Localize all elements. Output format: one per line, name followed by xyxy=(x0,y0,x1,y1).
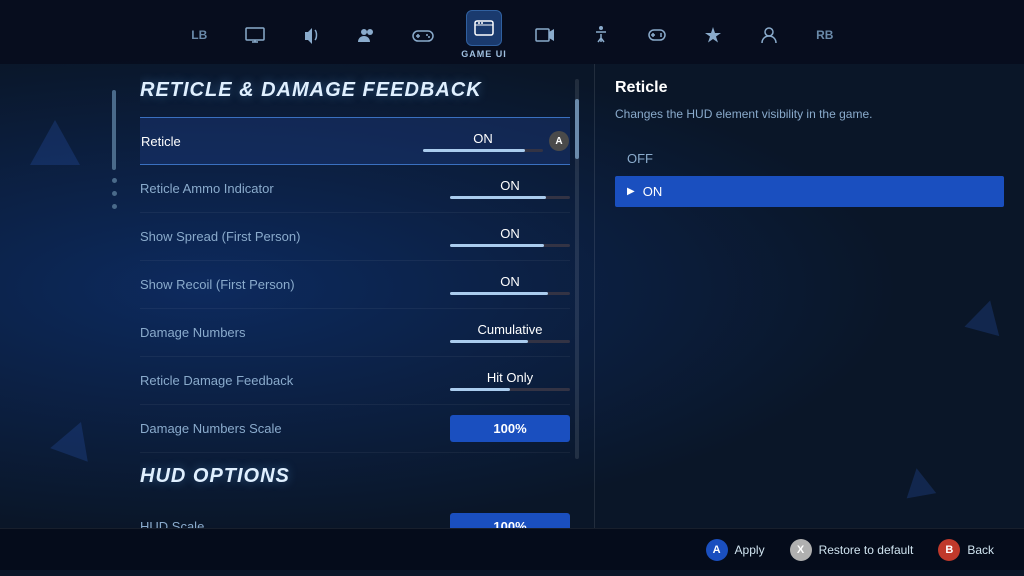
sidebar-scroll-indicator xyxy=(110,70,118,490)
setting-row-reticle[interactable]: Reticle ON A xyxy=(140,117,570,165)
reticle-feedback-value-text: Hit Only xyxy=(460,370,560,385)
option-on[interactable]: ▶ ON xyxy=(615,176,1004,207)
nav-tab-accessibility[interactable] xyxy=(583,17,619,53)
section-title-reticle: RETICLE & DAMAGE FEEDBACK xyxy=(140,79,570,102)
hud-scale-slider[interactable]: 100% xyxy=(450,513,570,528)
recoil-value-text: ON xyxy=(460,274,560,289)
setting-label-damage-scale: Damage Numbers Scale xyxy=(140,421,450,436)
settings-scrollbar[interactable] xyxy=(575,79,579,459)
option-on-label: ON xyxy=(643,184,663,199)
back-button-icon: B xyxy=(938,539,960,561)
reticle-feedback-bar xyxy=(450,388,570,391)
nav-tab-lb[interactable]: LB xyxy=(181,17,217,53)
reticle-feedback-bar-fill xyxy=(450,388,510,391)
option-arrow: ▶ xyxy=(627,186,635,197)
setting-label-hud-scale: HUD Scale xyxy=(140,519,450,528)
setting-label-reticle-feedback: Reticle Damage Feedback xyxy=(140,373,450,388)
a-button-reticle[interactable]: A xyxy=(549,131,569,151)
setting-value-reticle: ON A xyxy=(423,131,569,152)
ammo-value-text: ON xyxy=(460,178,560,193)
recoil-value-bar: ON xyxy=(450,274,570,295)
nav-active-label: GAME UI xyxy=(461,49,507,59)
nav-tab-rb[interactable]: RB xyxy=(807,17,843,53)
damage-numbers-value-bar: Cumulative xyxy=(450,322,570,343)
nav-tab-controller[interactable] xyxy=(405,17,441,53)
reticle-value-text: ON xyxy=(433,131,533,146)
nav-tab-gamepad2[interactable] xyxy=(639,17,675,53)
apply-button-icon: A xyxy=(706,539,728,561)
nav-tab-social[interactable] xyxy=(349,17,385,53)
scroll-dot-3 xyxy=(112,204,117,209)
settings-panel: RETICLE & DAMAGE FEEDBACK Reticle ON A R… xyxy=(140,64,570,528)
setting-row-damage-numbers[interactable]: Damage Numbers Cumulative xyxy=(140,309,570,357)
reticle-feedback-value-bar: Hit Only xyxy=(450,370,570,391)
main-content: RETICLE & DAMAGE FEEDBACK Reticle ON A R… xyxy=(0,64,1024,528)
recoil-bar-fill xyxy=(450,292,548,295)
setting-label-damage-numbers: Damage Numbers xyxy=(140,325,450,340)
nav-tab-game-ui[interactable]: GAME UI xyxy=(461,10,507,59)
damage-numbers-bar xyxy=(450,340,570,343)
setting-label-reticle: Reticle xyxy=(141,134,423,149)
bottom-bar: A Apply X Restore to default B Back xyxy=(0,528,1024,570)
back-action[interactable]: B Back xyxy=(938,539,994,561)
scrollbar-thumb xyxy=(575,99,579,159)
spread-bar-fill xyxy=(450,244,544,247)
option-off[interactable]: OFF xyxy=(615,143,1004,174)
ammo-bar xyxy=(450,196,570,199)
restore-action[interactable]: X Restore to default xyxy=(790,539,914,561)
damage-numbers-value-text: Cumulative xyxy=(460,322,560,337)
damage-scale-slider[interactable]: 100% xyxy=(450,415,570,442)
scroll-dot-1 xyxy=(112,178,117,183)
setting-label-ammo: Reticle Ammo Indicator xyxy=(140,181,450,196)
setting-row-damage-scale[interactable]: Damage Numbers Scale 100% xyxy=(140,405,570,453)
reticle-value-bar: ON xyxy=(423,131,543,152)
spread-bar xyxy=(450,244,570,247)
setting-label-recoil: Show Recoil (First Person) xyxy=(140,277,450,292)
scroll-bar xyxy=(112,90,116,170)
top-nav: LB GAME UI RB xyxy=(0,0,1024,64)
nav-tab-account[interactable] xyxy=(751,17,787,53)
setting-row-spread[interactable]: Show Spread (First Person) ON xyxy=(140,213,570,261)
nav-tab-audio[interactable] xyxy=(293,17,329,53)
restore-label: Restore to default xyxy=(819,543,914,557)
back-label: Back xyxy=(967,543,994,557)
setting-row-ammo[interactable]: Reticle Ammo Indicator ON xyxy=(140,165,570,213)
reticle-bar xyxy=(423,149,543,152)
section-title-hud: HUD OPTIONS xyxy=(140,465,570,488)
spread-value-text: ON xyxy=(460,226,560,241)
apply-action[interactable]: A Apply xyxy=(706,539,765,561)
reticle-bar-fill xyxy=(423,149,525,152)
recoil-bar xyxy=(450,292,570,295)
ammo-bar-fill xyxy=(450,196,546,199)
scroll-dot-2 xyxy=(112,191,117,196)
setting-row-reticle-feedback[interactable]: Reticle Damage Feedback Hit Only xyxy=(140,357,570,405)
damage-numbers-bar-fill xyxy=(450,340,528,343)
spread-value-bar: ON xyxy=(450,226,570,247)
apply-label: Apply xyxy=(735,543,765,557)
ammo-value-bar: ON xyxy=(450,178,570,199)
right-panel: Reticle Changes the HUD element visibili… xyxy=(594,64,1024,528)
nav-tab-display[interactable] xyxy=(237,17,273,53)
setting-label-spread: Show Spread (First Person) xyxy=(140,229,450,244)
nav-tab-video[interactable] xyxy=(527,17,563,53)
setting-row-hud-scale[interactable]: HUD Scale 100% xyxy=(140,503,570,528)
nav-tab-crossplay[interactable] xyxy=(695,17,731,53)
restore-button-icon: X xyxy=(790,539,812,561)
right-panel-title: Reticle xyxy=(615,79,1004,97)
setting-row-recoil[interactable]: Show Recoil (First Person) ON xyxy=(140,261,570,309)
right-panel-desc: Changes the HUD element visibility in th… xyxy=(615,105,1004,123)
